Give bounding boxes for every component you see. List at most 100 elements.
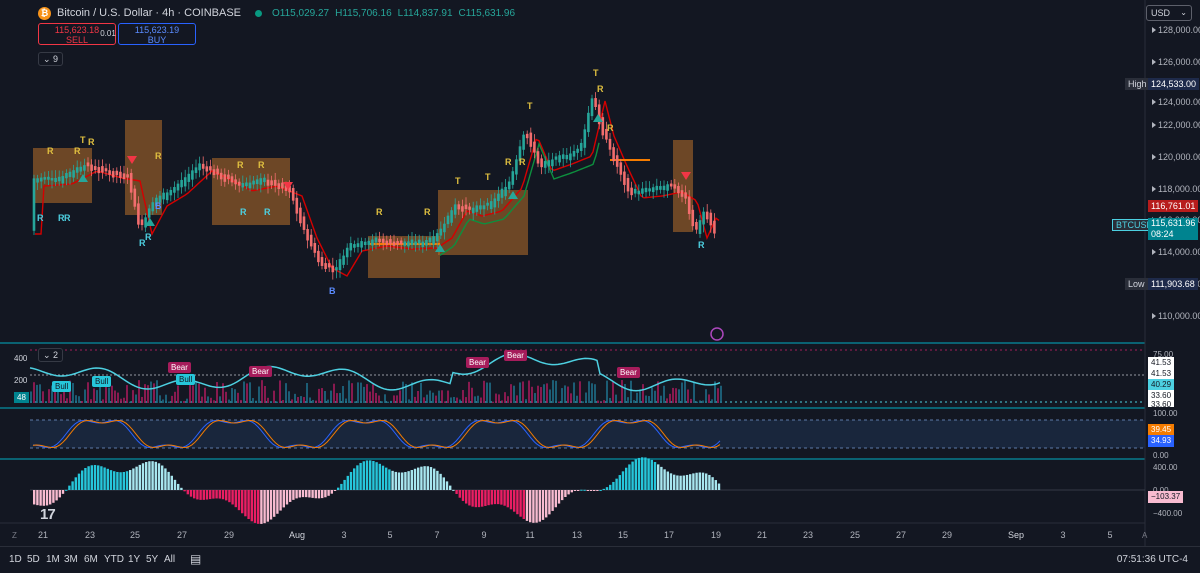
buy-button[interactable]: 115,623.19 BUY: [118, 23, 196, 45]
signal-t-label: T: [485, 172, 491, 182]
macd-histogram-bar: [183, 490, 186, 492]
volume-histogram-bar: [408, 399, 410, 403]
volume-histogram-bar: [609, 397, 611, 403]
timeframe-button-6m[interactable]: 6M: [84, 554, 98, 565]
macd-histogram-bar: [327, 490, 330, 496]
timezone-z-icon[interactable]: Z: [12, 531, 17, 540]
macd-histogram-bar: [362, 461, 365, 490]
timeframe-button-all[interactable]: All: [164, 554, 175, 565]
macd-histogram-bar: [701, 472, 705, 490]
volume-histogram-bar: [414, 396, 416, 403]
candle-body: [320, 257, 324, 266]
volume-histogram-bar: [564, 385, 566, 403]
pane2-axis-200: 200: [14, 376, 28, 385]
calendar-range-icon[interactable]: ▤: [190, 552, 201, 566]
volume-histogram-bar: [138, 380, 140, 403]
candle-body: [633, 188, 637, 194]
price-axis-label: 110,000.00: [1152, 311, 1200, 321]
macd-histogram-bar: [205, 490, 209, 500]
candle-body: [83, 165, 86, 171]
candle-body: [86, 162, 90, 167]
volume-histogram-bar: [372, 384, 374, 403]
volume-histogram-bar: [498, 394, 500, 403]
candle-body: [630, 187, 633, 196]
macd-histogram-bar: [365, 460, 369, 490]
volume-histogram-bar: [534, 393, 536, 403]
candle-body: [612, 147, 615, 162]
macd-histogram-bar: [615, 478, 618, 490]
volume-histogram-bar: [198, 383, 200, 403]
macd-histogram-bar: [602, 488, 605, 490]
volume-histogram-bar: [162, 399, 164, 403]
last-price: 115,631.96: [1151, 218, 1196, 228]
macd-histogram-bar: [429, 467, 433, 490]
timeframe-button-1d[interactable]: 1D: [9, 554, 22, 565]
candle-body: [529, 132, 533, 147]
macd-histogram-bar: [423, 466, 426, 490]
volume-histogram-bar: [183, 400, 185, 403]
utc-clock[interactable]: 07:51:36 UTC-4: [1117, 554, 1188, 565]
volume-histogram-bar: [672, 387, 674, 403]
timeframe-button-5y[interactable]: 5Y: [146, 554, 158, 565]
macd-histogram-bar: [97, 465, 100, 490]
macd-histogram-bar: [241, 490, 244, 514]
currency-select[interactable]: USD ⌄: [1146, 5, 1192, 21]
candle-body: [389, 239, 392, 245]
macd-histogram-bar: [497, 490, 500, 505]
candle-body: [270, 180, 273, 186]
tradingview-logo-icon[interactable]: 17: [40, 506, 56, 523]
indicators-toggle-button[interactable]: ⌄ 9: [38, 52, 64, 66]
candle-body: [464, 204, 468, 210]
candle-body: [677, 186, 680, 194]
macd-histogram-bar: [359, 462, 362, 490]
candle-body: [93, 166, 97, 171]
signal-r-label: R: [74, 146, 81, 156]
macd-histogram-bar: [215, 490, 218, 499]
macd-histogram-bar: [381, 465, 385, 490]
volume-histogram-bar: [528, 380, 530, 403]
volume-histogram-bar: [123, 397, 125, 403]
volume-histogram-bar: [495, 393, 497, 403]
volume-histogram-bar: [399, 390, 401, 403]
macd-histogram-bar: [589, 490, 593, 491]
level-price-tag: 116,761.01: [1148, 200, 1199, 212]
pane-indicators-toggle-button[interactable]: ⌄ 2: [38, 348, 64, 362]
candle-body: [255, 179, 259, 185]
candle-body: [536, 151, 540, 164]
tradingview-chart-window: ₿ Bitcoin / U.S. Dollar · 4h · COINBASE …: [0, 0, 1200, 573]
candle-body: [108, 170, 111, 175]
volume-histogram-bar: [96, 390, 98, 403]
timeframe-button-1y[interactable]: 1Y: [128, 554, 140, 565]
auto-scale-icon[interactable]: A: [1142, 531, 1147, 540]
pane4-axis-top: 400.00: [1153, 463, 1178, 472]
candle-body: [187, 173, 191, 182]
signal-b-label: B: [329, 286, 336, 296]
timeframe-button-3m[interactable]: 3M: [64, 554, 78, 565]
timeframe-button-1m[interactable]: 1M: [46, 554, 60, 565]
time-axis-label: 15: [617, 530, 629, 540]
volume-histogram-bar: [45, 401, 47, 403]
volume-histogram-bar: [201, 396, 203, 403]
macd-histogram-bar: [474, 490, 477, 508]
volume-histogram-bar: [402, 381, 404, 403]
candle-body: [277, 183, 281, 190]
candle-body: [266, 179, 270, 186]
symbol-title[interactable]: Bitcoin / U.S. Dollar · 4h · COINBASE: [57, 7, 241, 19]
macd-histogram-bar: [650, 459, 653, 490]
candle-body: [327, 263, 331, 268]
volume-histogram-bar: [630, 380, 632, 403]
timeframe-button-5d[interactable]: 5D: [27, 554, 40, 565]
macd-histogram-bar: [442, 477, 445, 490]
volume-histogram-bar: [186, 398, 188, 403]
signal-r-label: R: [698, 240, 705, 250]
macd-histogram-bar: [426, 466, 429, 490]
timeframe-button-ytd[interactable]: YTD: [104, 554, 124, 565]
volume-histogram-bar: [111, 385, 113, 403]
volume-histogram-bar: [474, 396, 476, 403]
candle-body: [673, 184, 677, 189]
bear-label: Bear: [168, 362, 191, 373]
bear-label: Bear: [617, 367, 640, 378]
volume-histogram-bar: [126, 385, 128, 403]
volume-histogram-bar: [309, 397, 311, 403]
macd-histogram-bar: [71, 481, 74, 490]
